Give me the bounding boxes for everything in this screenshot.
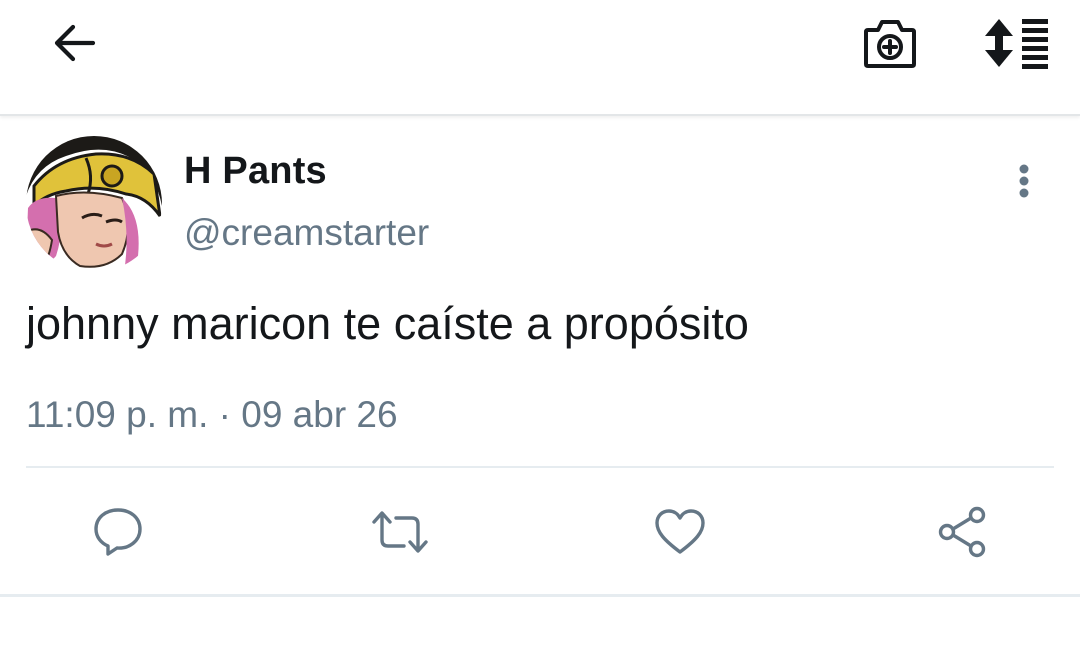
retweet-button[interactable] [368,502,432,562]
section-separator [0,594,1080,597]
user-handle[interactable]: @creamstarter [184,212,429,254]
sort-list-icon [985,19,1048,69]
camera-plus-icon [864,20,916,68]
like-icon [655,509,705,554]
more-options-button[interactable] [1004,158,1044,204]
sort-button[interactable] [978,12,1056,74]
back-button[interactable] [46,18,102,68]
reply-icon [94,508,142,556]
retweet-icon [372,511,428,553]
top-app-bar [0,0,1080,116]
reply-button[interactable] [86,502,150,562]
avatar[interactable] [26,136,162,272]
share-button[interactable] [930,502,994,562]
tweet-text: johnny maricon te caíste a propósito [26,298,749,349]
more-vertical-icon [1019,164,1029,198]
like-button[interactable] [648,502,712,562]
share-icon [938,506,986,558]
tweet-detail: H Pants @creamstarter johnny maricon te … [0,118,1080,596]
divider [26,466,1054,468]
display-name[interactable]: H Pants [184,150,327,193]
avatar-image [26,136,162,272]
arrow-left-icon [54,24,96,62]
camera-button[interactable] [858,12,922,74]
tweet-timestamp: 11:09 p. m. · 09 abr 26 [26,394,398,435]
